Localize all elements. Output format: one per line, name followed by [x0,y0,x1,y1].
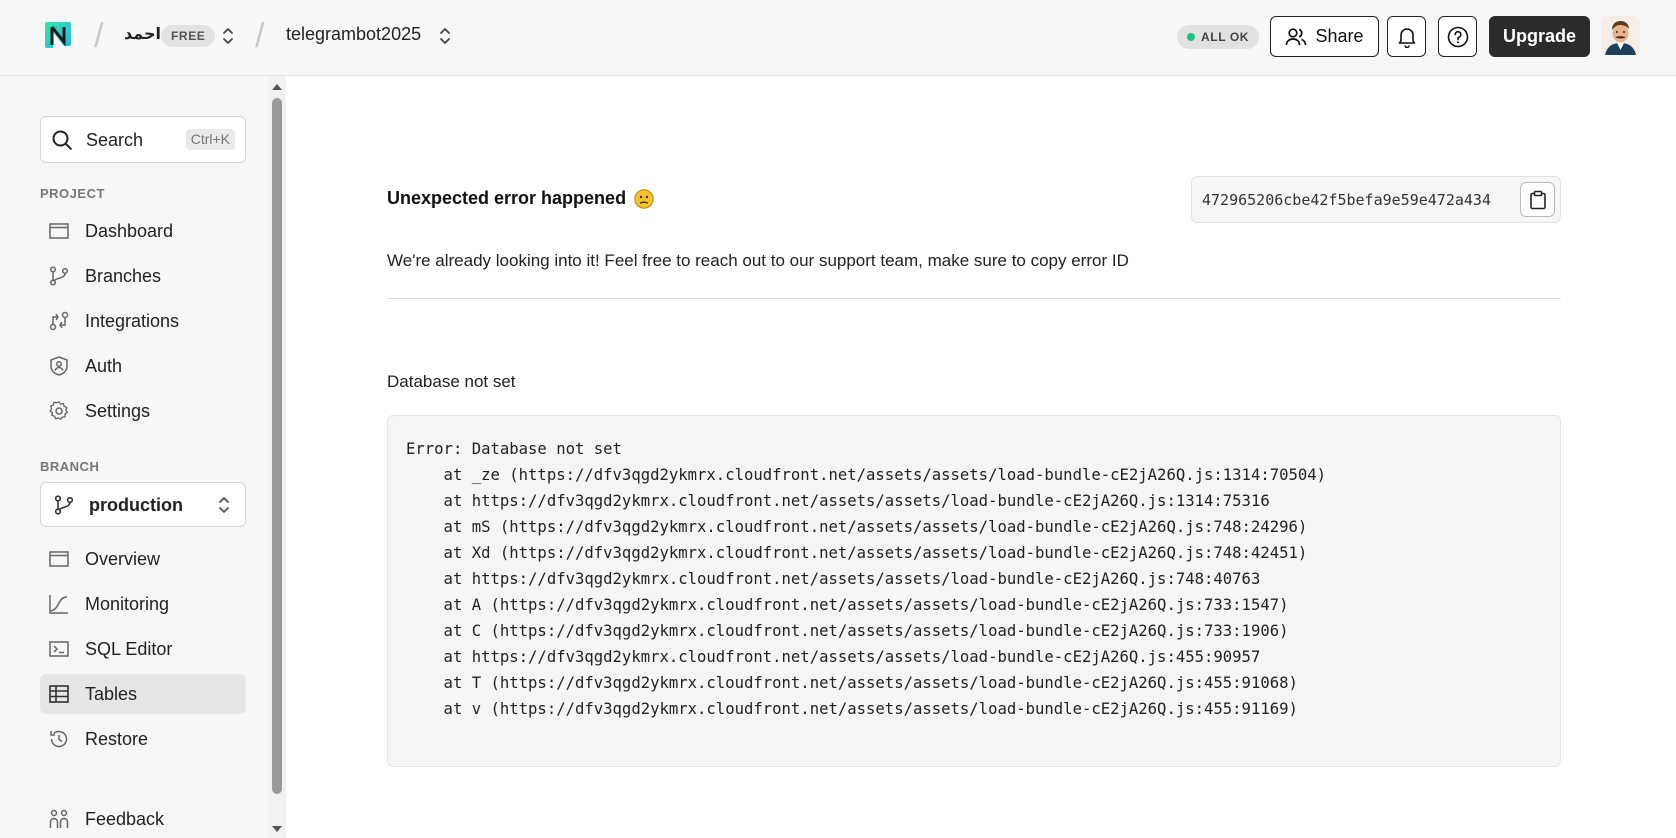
scrollbar-thumb[interactable] [272,98,282,794]
clipboard-icon [1529,190,1546,209]
project-switcher-chevron-icon[interactable] [438,26,452,46]
error-heading: Unexpected error happened [387,188,654,209]
sidebar-item-overview[interactable]: Overview [40,539,246,579]
status-dot-icon [1187,33,1195,41]
users-icon [1286,27,1307,45]
breadcrumb-separator: / [94,17,104,55]
status-badge[interactable]: ALL OK [1177,25,1260,49]
stack-trace-line: at https://dfv3qgd2ykmrx.cloudfront.net/… [406,648,1261,666]
sidebar-item-monitoring[interactable]: Monitoring [40,584,246,624]
stack-trace-line: at https://dfv3qgd2ykmrx.cloudfront.net/… [406,570,1261,588]
sidebar-item-dashboard[interactable]: Dashboard [40,211,246,251]
dashboard-icon [49,223,69,239]
sidebar-item-label: SQL Editor [85,639,173,659]
sidebar-item-label: Overview [85,549,161,569]
search-label: Search [86,130,144,150]
stack-trace-box: Error: Database not set at _ze (https://… [387,415,1561,767]
bell-icon [1398,27,1415,48]
branch-section-label: BRANCH [40,459,100,474]
share-label: Share [1315,26,1364,46]
sidebar-item-label: Tables [85,684,138,704]
upgrade-button[interactable]: Upgrade [1489,16,1590,57]
top-header: / احمد FREE / telegrambot2025 ALL OK Sha… [0,0,1676,76]
stack-trace-line: at C (https://dfv3qgd2ykmrx.cloudfront.n… [406,622,1289,640]
user-avatar-icon [1601,16,1640,55]
share-button[interactable]: Share [1270,16,1379,57]
branch-selector[interactable]: production [40,482,246,527]
scroll-down-icon[interactable] [272,826,282,832]
stack-trace-line: Error: Database not set [406,440,622,458]
project-section-label: PROJECT [40,186,105,201]
status-label: ALL OK [1201,30,1250,44]
confused-face-icon [634,188,654,209]
sidebar-item-integrations[interactable]: Integrations [40,301,246,341]
stack-trace-line: at T (https://dfv3qgd2ykmrx.cloudfront.n… [406,674,1298,692]
branch-selector-label: production [89,495,183,515]
divider [387,298,1561,299]
sidebar-item-restore[interactable]: Restore [40,719,246,759]
org-name[interactable]: احمد [124,24,161,44]
stack-trace-line: at https://dfv3qgd2ykmrx.cloudfront.net/… [406,492,1270,510]
breadcrumb-separator: / [255,17,265,55]
tables-icon [49,685,69,703]
error-description: We're already looking into it! Feel free… [387,251,1129,270]
sidebar-item-label: Settings [85,401,151,421]
gear-icon [49,401,69,421]
feedback-icon [49,809,69,828]
sidebar-item-feedback[interactable]: Feedback [40,799,246,838]
sidebar-item-label: Restore [85,729,149,749]
help-button[interactable] [1438,16,1477,57]
error-title: Unexpected error happened [387,188,627,208]
auth-shield-icon [50,356,68,376]
search-shortcut: Ctrl+K [185,129,235,150]
neon-logo-icon[interactable] [40,19,74,53]
restore-icon [50,730,68,748]
stack-trace-line: at A (https://dfv3qgd2ykmrx.cloudfront.n… [406,596,1289,614]
sidebar: Search Ctrl+K PROJECT Dashboard Branches… [0,76,268,838]
integrations-icon [49,311,69,331]
help-circle-icon [1447,26,1468,47]
avatar[interactable] [1601,16,1640,55]
copy-error-id-button[interactable] [1520,182,1555,217]
sidebar-item-label: Monitoring [85,594,170,614]
stack-trace-line: at _ze (https://dfv3qgd2ykmrx.cloudfront… [406,466,1327,484]
search-button[interactable]: Search Ctrl+K [40,116,246,163]
sidebar-item-label: Auth [85,356,123,376]
branch-icon [54,495,74,515]
sidebar-item-auth[interactable]: Auth [40,346,246,386]
error-message: Database not set [387,372,516,391]
project-name[interactable]: telegrambot2025 [286,24,421,45]
plan-badge: FREE [161,25,216,47]
sidebar-item-label: Branches [85,266,162,286]
stack-trace-line: at v (https://dfv3qgd2ykmrx.cloudfront.n… [406,700,1298,718]
branches-icon [49,266,69,286]
stack-trace-line: at mS (https://dfv3qgd2ykmrx.cloudfront.… [406,518,1308,536]
main-content: Unexpected error happened 472965206cbe42… [287,76,1676,838]
stack-trace-line: at Xd (https://dfv3qgd2ykmrx.cloudfront.… [406,544,1308,562]
scroll-up-icon[interactable] [272,84,282,90]
notifications-button[interactable] [1387,16,1426,57]
error-id-box: 472965206cbe42f5befa9e59e472a434 [1191,176,1561,223]
sql-editor-icon [49,641,69,657]
overview-icon [49,551,69,567]
error-id[interactable]: 472965206cbe42f5befa9e59e472a434 [1202,191,1491,209]
sidebar-item-label: Dashboard [85,221,174,241]
sidebar-item-branches[interactable]: Branches [40,256,246,296]
sidebar-item-sql-editor[interactable]: SQL Editor [40,629,246,669]
monitoring-icon [49,595,68,614]
search-icon [52,130,72,150]
sidebar-item-label: Integrations [85,311,180,331]
sidebar-item-tables[interactable]: Tables [40,674,246,714]
chevron-updown-icon [219,497,229,513]
org-switcher-chevron-icon[interactable] [221,26,235,46]
sidebar-item-settings[interactable]: Settings [40,391,246,431]
sidebar-item-label: Feedback [85,809,165,829]
sidebar-scrollbar[interactable] [268,76,286,838]
